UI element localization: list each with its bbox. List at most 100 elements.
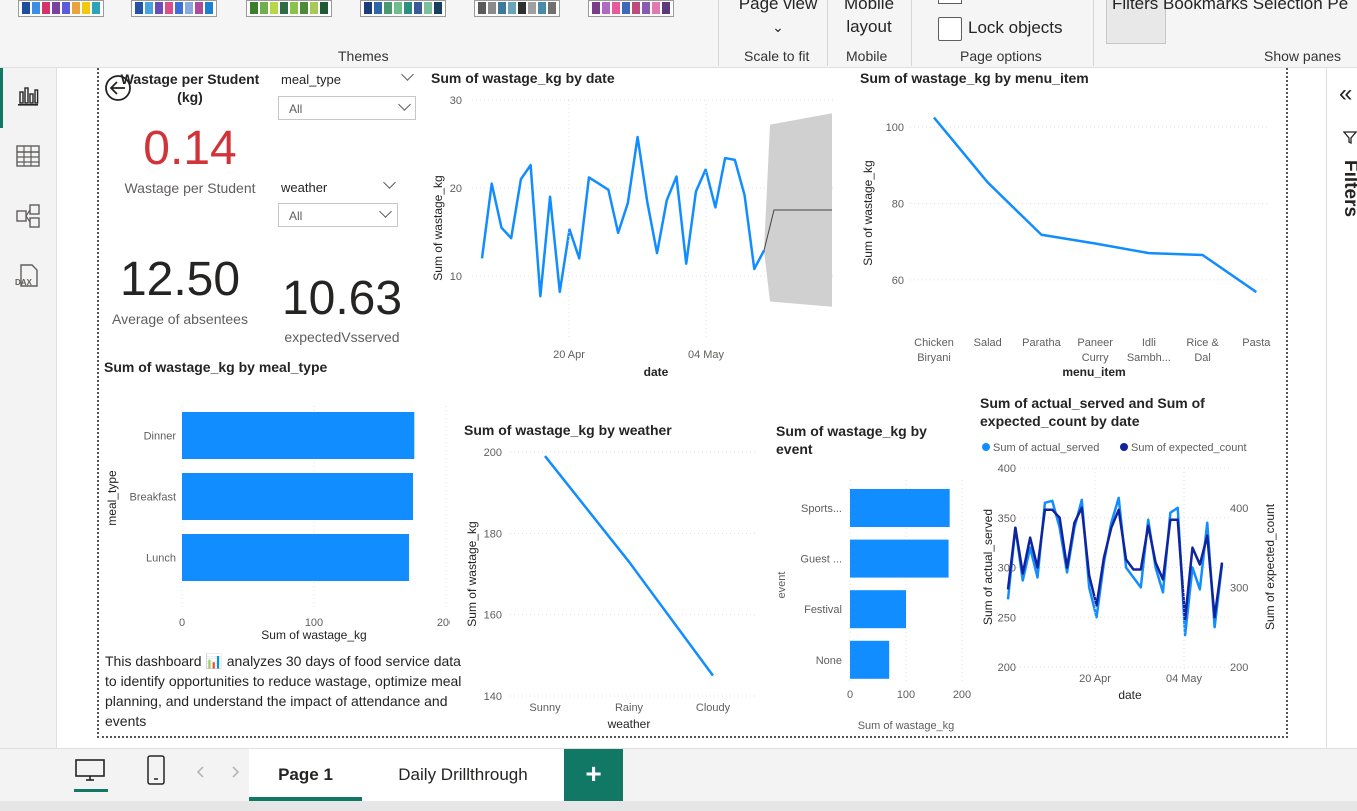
legend-marker — [982, 443, 990, 451]
tab-daily-drillthrough[interactable]: Daily Drillthrough — [362, 749, 564, 801]
scroll-tabs-right-icon[interactable] — [230, 765, 240, 779]
wastage-by-date-chart[interactable]: 10 20 30 20 Apr 04 May date Sum of wastage_kg — [428, 88, 838, 380]
expand-pane-icon[interactable]: « — [1339, 82, 1352, 106]
report-view-icon[interactable] — [14, 82, 42, 110]
add-page-button[interactable]: + — [564, 749, 623, 801]
chart-title-by-meal-type: Sum of wastage_kg by meal_type — [104, 359, 328, 375]
y-axis-title: Sum of wastage_kg — [861, 160, 875, 265]
lock-objects-checkbox[interactable] — [938, 17, 962, 41]
x-tick-label: 04 May — [688, 349, 725, 361]
filters-pane-label: Filters — [1340, 160, 1357, 218]
wastage-card-value: 0.14 — [143, 122, 237, 175]
evs-card-value: 10.63 — [281, 272, 403, 325]
y-tick-label: 250 — [998, 612, 1016, 624]
served-vs-expected-chart[interactable]: Sum of actual_served Sum of expected_coun… — [976, 436, 1284, 706]
series-line — [544, 455, 715, 677]
chart-title-by-weather: Sum of wastage_kg by weather — [464, 422, 672, 438]
theme-swatch-2[interactable] — [131, 0, 217, 17]
y2-tick-label: 400 — [1230, 503, 1248, 515]
bar — [850, 590, 906, 629]
y-tick-label: 400 — [998, 463, 1016, 475]
weather-slicer-dropdown[interactable]: All — [278, 203, 398, 227]
y-tick-label: 30 — [450, 95, 462, 107]
page-options-checkbox-top[interactable] — [938, 0, 962, 4]
scale-to-fit-label: Scale to fit — [744, 48, 810, 64]
y-axis-title: Sum of actual_served — [981, 509, 995, 625]
chart-title-by-date: Sum of wastage_kg by date — [431, 70, 615, 86]
themes-group-label: Themes — [338, 48, 389, 64]
desktop-layout-active-indicator — [74, 789, 108, 792]
view-switcher-rail: DAX — [0, 68, 57, 748]
x-tick-label: 0 — [179, 617, 185, 629]
y-tick-label: 140 — [484, 691, 502, 703]
wastage-by-meal-type-chart[interactable]: 0100200DinnerBreakfastLunchSum of wastag… — [100, 378, 450, 644]
mobile-layout-button[interactable]: Mobile layout — [834, 0, 904, 38]
bar — [850, 640, 890, 679]
bar — [182, 412, 415, 459]
y-tick-label: 200 — [998, 662, 1016, 674]
filters-pane-collapsed[interactable]: « Filters — [1326, 68, 1357, 748]
y-tick-label: 10 — [450, 271, 462, 283]
x-tick-label: Paneer Curry — [1077, 337, 1113, 364]
x-tick-label: 200 — [437, 617, 450, 629]
theme-swatch-1[interactable] — [18, 0, 104, 17]
x-tick-label: Cloudy — [696, 702, 731, 714]
y-tick-label: Sports... — [801, 503, 842, 515]
y-tick-label: 80 — [892, 198, 904, 210]
x-tick-label: Pasta — [1242, 337, 1271, 349]
x-tick-label: 100 — [897, 689, 915, 701]
theme-swatch-4[interactable] — [360, 0, 446, 17]
theme-swatch-6[interactable] — [588, 0, 674, 17]
meal-type-slicer-label: meal_type — [281, 72, 341, 87]
weather-slicer-value: All — [289, 209, 303, 223]
bar — [182, 473, 413, 520]
table-view-icon[interactable] — [14, 142, 42, 170]
x-tick-label: 0 — [847, 689, 853, 701]
y-tick-label: Guest ... — [800, 554, 842, 566]
absentees-card-value: 12.50 — [119, 253, 241, 306]
x-tick-label: Salad — [974, 337, 1002, 349]
x-tick-label: 20 Apr — [1079, 673, 1111, 685]
wastage-by-menu-item-chart[interactable]: 60 80 100 Chicken Biryani Salad Paratha Paneer C… — [856, 88, 1276, 380]
x-axis-title: weather — [607, 717, 651, 731]
legend-marker — [1120, 443, 1128, 451]
y-tick-label: 350 — [998, 513, 1016, 525]
scroll-tabs-left-icon[interactable] — [196, 765, 206, 779]
wastage-by-weather-chart[interactable]: 140 160 180 200 Sunny Rainy Cloudy weather Sum o… — [460, 440, 760, 734]
page-view-caret: ⌄ — [772, 19, 784, 35]
y-tick-label: 100 — [886, 122, 904, 134]
y-tick-label: 180 — [484, 528, 502, 540]
y-tick-label: 160 — [484, 610, 502, 622]
desktop-layout-icon[interactable] — [74, 757, 106, 783]
series-line — [480, 135, 766, 298]
y-axis-title: event — [776, 572, 788, 599]
show-panes-buttons[interactable]: Filters Bookmarks Selection Pe — [1112, 0, 1348, 14]
wastage-by-event-chart[interactable]: 0 100 200 Sports... Guest ... Festival None Sum… — [772, 458, 976, 736]
chart-title-by-menu-item: Sum of wastage_kg by menu_item — [860, 70, 1089, 86]
theme-swatch-5[interactable] — [474, 0, 560, 17]
page-options-group-label: Page options — [960, 48, 1042, 64]
x-axis-title: menu_item — [1062, 365, 1125, 379]
x-tick-label: Idli Sambh... — [1127, 337, 1171, 364]
x-axis-title: Sum of wastage_kg — [858, 720, 955, 732]
meal-type-slicer-dropdown[interactable]: All — [278, 96, 416, 120]
dax-query-icon[interactable]: DAX — [14, 262, 42, 290]
mobile-layout-icon[interactable] — [145, 754, 167, 786]
legend-label: Sum of actual_served — [993, 442, 1099, 454]
page-view-button[interactable]: Page view ⌄ — [738, 0, 818, 39]
x-tick-label: Paratha — [1022, 337, 1061, 349]
wastage-card-title: Wastage per Student (kg) — [120, 71, 260, 105]
show-panes-group-label: Show panes — [1264, 48, 1342, 64]
tab-page-1[interactable]: Page 1 — [249, 749, 362, 801]
dax-label: DAX — [15, 278, 33, 287]
y-axis-title: Sum of wastage_kg — [465, 521, 479, 626]
dashboard-description: This dashboard 📊 analyzes 30 days of foo… — [105, 653, 462, 729]
theme-swatch-3[interactable] — [246, 0, 332, 17]
lock-objects-label: Lock objects — [968, 18, 1063, 37]
model-view-icon[interactable] — [14, 202, 42, 230]
y-tick-label: Lunch — [146, 553, 176, 565]
active-view-indicator — [0, 68, 3, 128]
page-view-label: Page view — [738, 0, 818, 13]
bar — [182, 534, 410, 581]
y-tick-label: 200 — [484, 447, 502, 459]
